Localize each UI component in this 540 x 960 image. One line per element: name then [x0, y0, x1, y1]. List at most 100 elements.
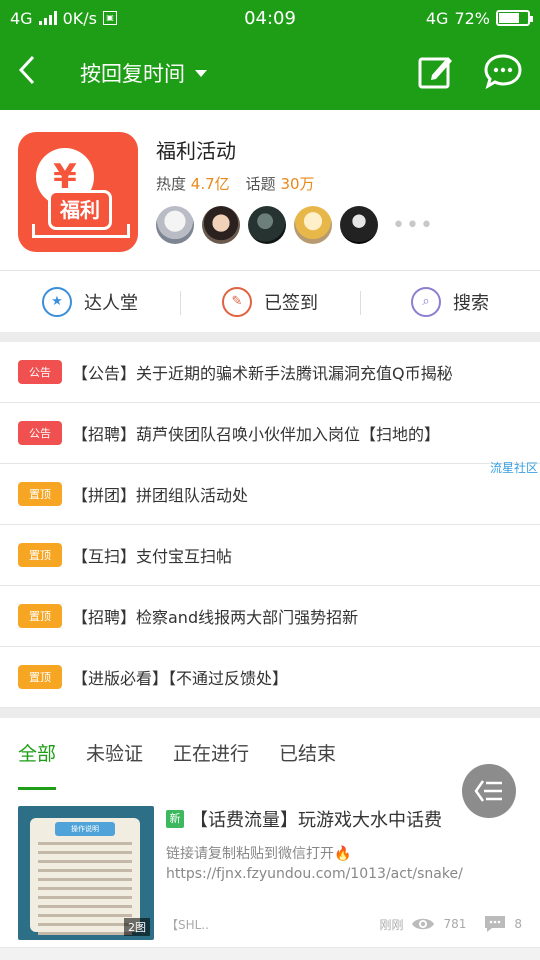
section-divider	[0, 708, 540, 718]
logo-label: 福利	[48, 190, 112, 230]
tab-unverified[interactable]: 未验证	[86, 718, 143, 790]
image-count: 2图	[124, 918, 150, 936]
pinned-title: 【招聘】葫芦侠团队召唤小伙伴加入岗位【扫地的】	[72, 425, 441, 444]
status-bar: 4G 0K/s ▣ 04:09 4G 72%	[0, 0, 540, 36]
post-title-row: 新 【话费流量】玩游戏大水中话费	[166, 806, 522, 832]
comment-count: 8	[514, 917, 522, 931]
caret-down-icon	[195, 69, 207, 77]
checkin-label: 已签到	[264, 292, 318, 314]
network-right: 4G	[425, 8, 449, 28]
section-divider	[0, 332, 540, 342]
topics-stat: 话题 30万	[246, 173, 315, 194]
chat-bubble-icon	[484, 54, 522, 90]
thumbnail-line	[38, 887, 132, 890]
filter-tabs: 全部 未验证 正在进行 已结束	[0, 718, 540, 790]
thumbnail-line	[38, 896, 132, 899]
new-badge: 新	[166, 810, 184, 828]
thumbnail-paper: 操作说明	[30, 818, 140, 935]
post-meta: 【SHL.. 刚刚 781 8	[166, 915, 522, 933]
thumbnail-line	[38, 914, 132, 917]
more-members-icon[interactable]: •••	[392, 213, 434, 238]
sticky-badge: 置顶	[18, 543, 62, 567]
sticky-badge: 置顶	[18, 665, 62, 689]
nav-title: 按回复时间	[80, 62, 185, 86]
collapse-menu-icon	[474, 780, 502, 802]
experts-hall-button[interactable]: ★ 达人堂	[0, 286, 180, 317]
post-desc-line: 链接请复制粘贴到微信打开🔥	[166, 846, 352, 862]
post-link: https://fjnx.fzyundou.com/1013/act/snake…	[166, 866, 463, 882]
status-right: 4G 72%	[425, 8, 533, 28]
back-arrow-icon	[18, 55, 35, 84]
avatar[interactable]	[248, 206, 286, 244]
pinned-item[interactable]: 公告 【公告】关于近期的骗术新手法腾讯漏洞充值Q币揭秘	[0, 342, 540, 403]
floating-menu-button[interactable]	[462, 764, 516, 818]
forum-header: ¥ 福利 福利活动 热度 4.7亿 话题 30万 •••	[0, 110, 540, 270]
forum-info: 福利活动 热度 4.7亿 话题 30万 •••	[156, 132, 522, 270]
post-time: 刚刚	[379, 917, 404, 932]
battery-percent: 72%	[454, 8, 490, 28]
heat-value: 4.7亿	[190, 175, 230, 193]
sticky-badge: 置顶	[18, 482, 62, 506]
post-title: 【话费流量】玩游戏大水中话费	[190, 810, 442, 831]
post-author: 【SHL..	[166, 917, 209, 932]
thumbnail-line	[38, 851, 132, 854]
member-avatars[interactable]: •••	[156, 206, 522, 244]
thumbnail-line	[38, 878, 132, 881]
quick-actions-bar: ★ 达人堂 ✎ 已签到 ⌕ 搜索	[0, 270, 540, 332]
experts-hall-label: 达人堂	[84, 292, 138, 314]
avatar[interactable]	[202, 206, 240, 244]
notification-icon: ▣	[102, 11, 117, 25]
announcement-badge: 公告	[18, 421, 62, 445]
pinned-item[interactable]: 置顶 【拼团】拼团组队活动处 流星社区	[0, 461, 540, 525]
comment-icon	[485, 916, 506, 932]
pinned-item[interactable]: 置顶 【进版必看】【不通过反馈处】	[0, 647, 540, 708]
search-label: 搜索	[453, 292, 489, 314]
avatar[interactable]	[294, 206, 332, 244]
thumbnail-line	[38, 860, 132, 863]
compose-button[interactable]	[418, 53, 454, 93]
thumbnail-line	[38, 905, 132, 908]
tab-ongoing[interactable]: 正在进行	[173, 718, 249, 790]
battery-level	[499, 13, 520, 23]
forum-logo: ¥ 福利	[18, 132, 138, 252]
pinned-title: 【进版必看】【不通过反馈处】	[72, 669, 289, 688]
post-thumbnail[interactable]: 操作说明 2图	[18, 806, 154, 940]
thumbnail-line	[38, 923, 132, 926]
tab-ended[interactable]: 已结束	[279, 718, 336, 790]
network-left: 4G	[10, 8, 33, 28]
thumbnail-header: 操作说明	[55, 822, 115, 836]
eye-icon	[412, 918, 435, 930]
pinned-title: 【互扫】支付宝互扫帖	[72, 547, 233, 566]
topics-value: 30万	[280, 175, 315, 193]
signal-icon	[38, 11, 57, 25]
pinned-item[interactable]: 置顶 【招聘】检察and线报两大部门强势招新	[0, 586, 540, 647]
back-button[interactable]	[18, 55, 58, 92]
search-button[interactable]: ⌕ 搜索	[360, 286, 540, 317]
search-icon: ⌕	[411, 286, 441, 317]
battery-icon	[496, 10, 533, 26]
post-description: 链接请复制粘贴到微信打开🔥 https://fjnx.fzyundou.com/…	[166, 844, 522, 884]
tab-all[interactable]: 全部	[18, 718, 57, 790]
post-stats: 刚刚 781 8	[379, 915, 522, 933]
heat-stat: 热度 4.7亿	[156, 173, 230, 194]
messages-button[interactable]	[484, 53, 522, 93]
thumbnail-line	[38, 842, 132, 845]
checkin-button[interactable]: ✎ 已签到	[180, 286, 360, 317]
announcement-badge: 公告	[18, 360, 62, 384]
thumbnail-line	[38, 869, 132, 872]
pinned-item[interactable]: 置顶 【互扫】支付宝互扫帖	[0, 525, 540, 586]
post-item[interactable]: 操作说明 2图 新 【话费流量】玩游戏大水中话费 链接请复制粘贴到微信打开🔥 h…	[0, 790, 540, 948]
avatar[interactable]	[156, 206, 194, 244]
avatar[interactable]	[340, 206, 378, 244]
sort-dropdown[interactable]: 按回复时间	[80, 58, 207, 88]
watermark: 流星社区	[489, 461, 538, 475]
nav-actions	[418, 53, 522, 93]
status-left: 4G 0K/s ▣	[10, 9, 117, 28]
pinned-title: 【招聘】检察and线报两大部门强势招新	[72, 608, 359, 627]
pencil-icon: ✎	[222, 286, 252, 317]
pinned-item[interactable]: 公告 【招聘】葫芦侠团队召唤小伙伴加入岗位【扫地的】	[0, 403, 540, 464]
forum-stats: 热度 4.7亿 话题 30万	[156, 173, 522, 194]
network-speed: 0K/s	[62, 8, 97, 28]
nav-bar: 按回复时间	[0, 36, 540, 110]
pinned-title: 【公告】关于近期的骗术新手法腾讯漏洞充值Q币揭秘	[72, 364, 453, 383]
